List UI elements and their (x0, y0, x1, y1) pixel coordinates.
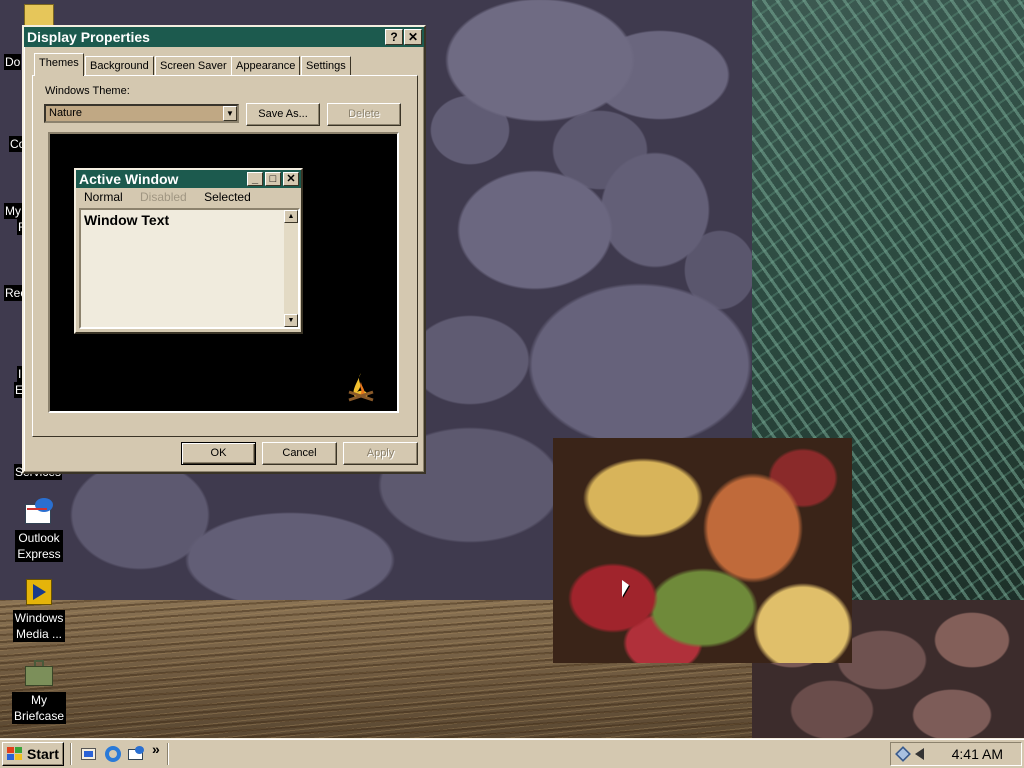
wallpaper-autumn-leaves (553, 438, 852, 663)
preview-window-text: Window Text (84, 212, 170, 228)
clock[interactable]: 4:41 AM (952, 743, 1003, 765)
scroll-down-icon: ▼ (284, 314, 298, 327)
desktop-icon-label: Outlook Express (15, 530, 63, 562)
tab-themes[interactable]: Themes (34, 53, 84, 76)
close-button[interactable]: ✕ (404, 29, 422, 45)
cancel-button[interactable]: Cancel (262, 442, 337, 465)
windows-logo-icon (7, 747, 23, 761)
tab-appearance[interactable]: Appearance (231, 56, 301, 76)
outlook-express-icon (23, 496, 55, 528)
desktop-icon-label: Windows Media ... (12, 610, 66, 642)
desktop-label-partial[interactable]: My (4, 203, 22, 219)
ok-button[interactable]: OK (181, 442, 256, 465)
preview-menu-disabled: Disabled (140, 190, 187, 204)
apply-button: Apply (343, 442, 418, 465)
show-desktop-icon[interactable] (80, 745, 98, 763)
mouse-cursor-icon (622, 580, 629, 597)
scroll-up-icon: ▲ (284, 210, 298, 223)
taskbar-separator (70, 743, 72, 765)
system-tray: 4:41 AM (890, 742, 1022, 766)
desktop-icon-windows-media[interactable]: Windows Media ... (7, 576, 71, 642)
briefcase-icon (23, 658, 55, 690)
internet-explorer-icon[interactable] (104, 745, 122, 763)
close-icon: ✕ (283, 172, 299, 186)
minimize-icon: _ (247, 172, 263, 186)
outlook-express-quick-launch-icon[interactable] (127, 745, 145, 763)
tab-screen-saver[interactable]: Screen Saver (155, 56, 232, 76)
theme-select[interactable]: Nature ▼ (44, 104, 239, 123)
taskbar: Start » 4:41 AM (0, 738, 1024, 768)
quick-launch-chevron[interactable]: » (152, 741, 160, 757)
media-player-icon (23, 576, 55, 608)
volume-icon[interactable] (915, 748, 924, 760)
display-properties-window[interactable]: Display Properties ? ✕ Themes Background… (22, 25, 426, 474)
preview-window-title: Active Window (79, 171, 179, 187)
save-as-button[interactable]: Save As... (246, 103, 320, 126)
taskbar-separator (167, 743, 169, 765)
start-button[interactable]: Start (2, 742, 64, 766)
desktop-icon-label: My Briefcase (11, 692, 67, 724)
network-icon[interactable] (895, 746, 911, 762)
desktop-icon-my-briefcase[interactable]: My Briefcase (7, 658, 71, 724)
maximize-icon: □ (265, 172, 281, 186)
window-title: Display Properties (27, 29, 150, 45)
windows-theme-label: Windows Theme: (45, 85, 130, 97)
preview-active-window: Active Window _ □ ✕ Normal Disabled Sele… (74, 168, 303, 334)
help-button[interactable]: ? (385, 29, 403, 45)
desktop-label-partial[interactable]: Do (4, 54, 22, 70)
theme-preview: Active Window _ □ ✕ Normal Disabled Sele… (48, 132, 399, 413)
preview-menu-selected: Selected (204, 190, 251, 204)
preview-title-bar: Active Window _ □ ✕ (76, 170, 301, 188)
tab-settings[interactable]: Settings (301, 56, 351, 76)
preview-menu-normal: Normal (84, 190, 123, 204)
delete-button: Delete (327, 103, 401, 126)
preview-menu-bar: Normal Disabled Selected (76, 188, 301, 206)
window-title-bar[interactable]: Display Properties ? ✕ (24, 27, 424, 47)
chevron-down-icon[interactable]: ▼ (223, 106, 237, 121)
preview-scrollbar: ▲ ▼ (284, 210, 298, 327)
start-label: Start (27, 746, 59, 762)
theme-select-value: Nature (49, 107, 83, 119)
tab-background[interactable]: Background (85, 56, 154, 76)
my-documents-folder-icon[interactable] (24, 4, 54, 26)
desktop-icon-outlook-express[interactable]: Outlook Express (7, 496, 71, 562)
preview-window-text-area: Window Text ▲ ▼ (79, 208, 300, 329)
campfire-icon (348, 373, 374, 402)
